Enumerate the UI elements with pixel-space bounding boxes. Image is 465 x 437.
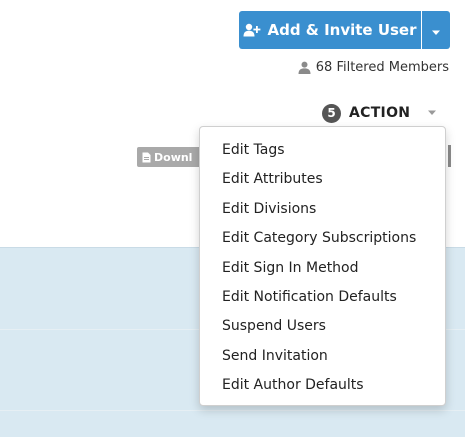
menu-item-edit-divisions[interactable]: Edit Divisions	[200, 195, 445, 224]
menu-item-edit-attributes[interactable]: Edit Attributes	[200, 165, 445, 194]
menu-item-edit-author-defaults[interactable]: Edit Author Defaults	[200, 371, 445, 400]
action-dropdown-menu: Edit Tags Edit Attributes Edit Divisions…	[199, 126, 446, 406]
add-invite-user-button[interactable]: Add & Invite User	[239, 11, 421, 49]
user-icon	[298, 61, 311, 74]
menu-item-edit-sign-in-method[interactable]: Edit Sign In Method	[200, 254, 445, 283]
menu-item-edit-category-subscriptions[interactable]: Edit Category Subscriptions	[200, 224, 445, 253]
menu-item-send-invitation[interactable]: Send Invitation	[200, 342, 445, 371]
page: Add & Invite User 68 Filtered Members 5 …	[0, 0, 465, 437]
user-plus-icon	[243, 23, 261, 37]
menu-item-edit-tags[interactable]: Edit Tags	[200, 136, 445, 165]
add-invite-user-label: Add & Invite User	[267, 21, 417, 39]
filtered-members-label: 68 Filtered Members	[315, 60, 449, 75]
chevron-down-icon	[431, 21, 441, 40]
action-dropdown-toggle[interactable]: 5 ACTION	[322, 101, 437, 125]
menu-item-edit-notification-defaults[interactable]: Edit Notification Defaults	[200, 283, 445, 312]
selected-count-badge: 5	[322, 103, 341, 123]
add-invite-user-dropdown-toggle[interactable]	[422, 11, 450, 49]
add-invite-user-split-button: Add & Invite User	[239, 11, 450, 49]
table-row[interactable]	[0, 410, 465, 437]
file-icon	[142, 152, 151, 163]
download-button[interactable]: Downl	[137, 147, 203, 167]
action-label: ACTION	[349, 105, 411, 121]
menu-item-suspend-users[interactable]: Suspend Users	[200, 312, 445, 341]
filtered-members-count: 68 Filtered Members	[298, 60, 449, 75]
toolbar-edge	[448, 145, 451, 167]
chevron-down-icon	[427, 110, 437, 116]
download-label: Downl	[154, 150, 193, 164]
